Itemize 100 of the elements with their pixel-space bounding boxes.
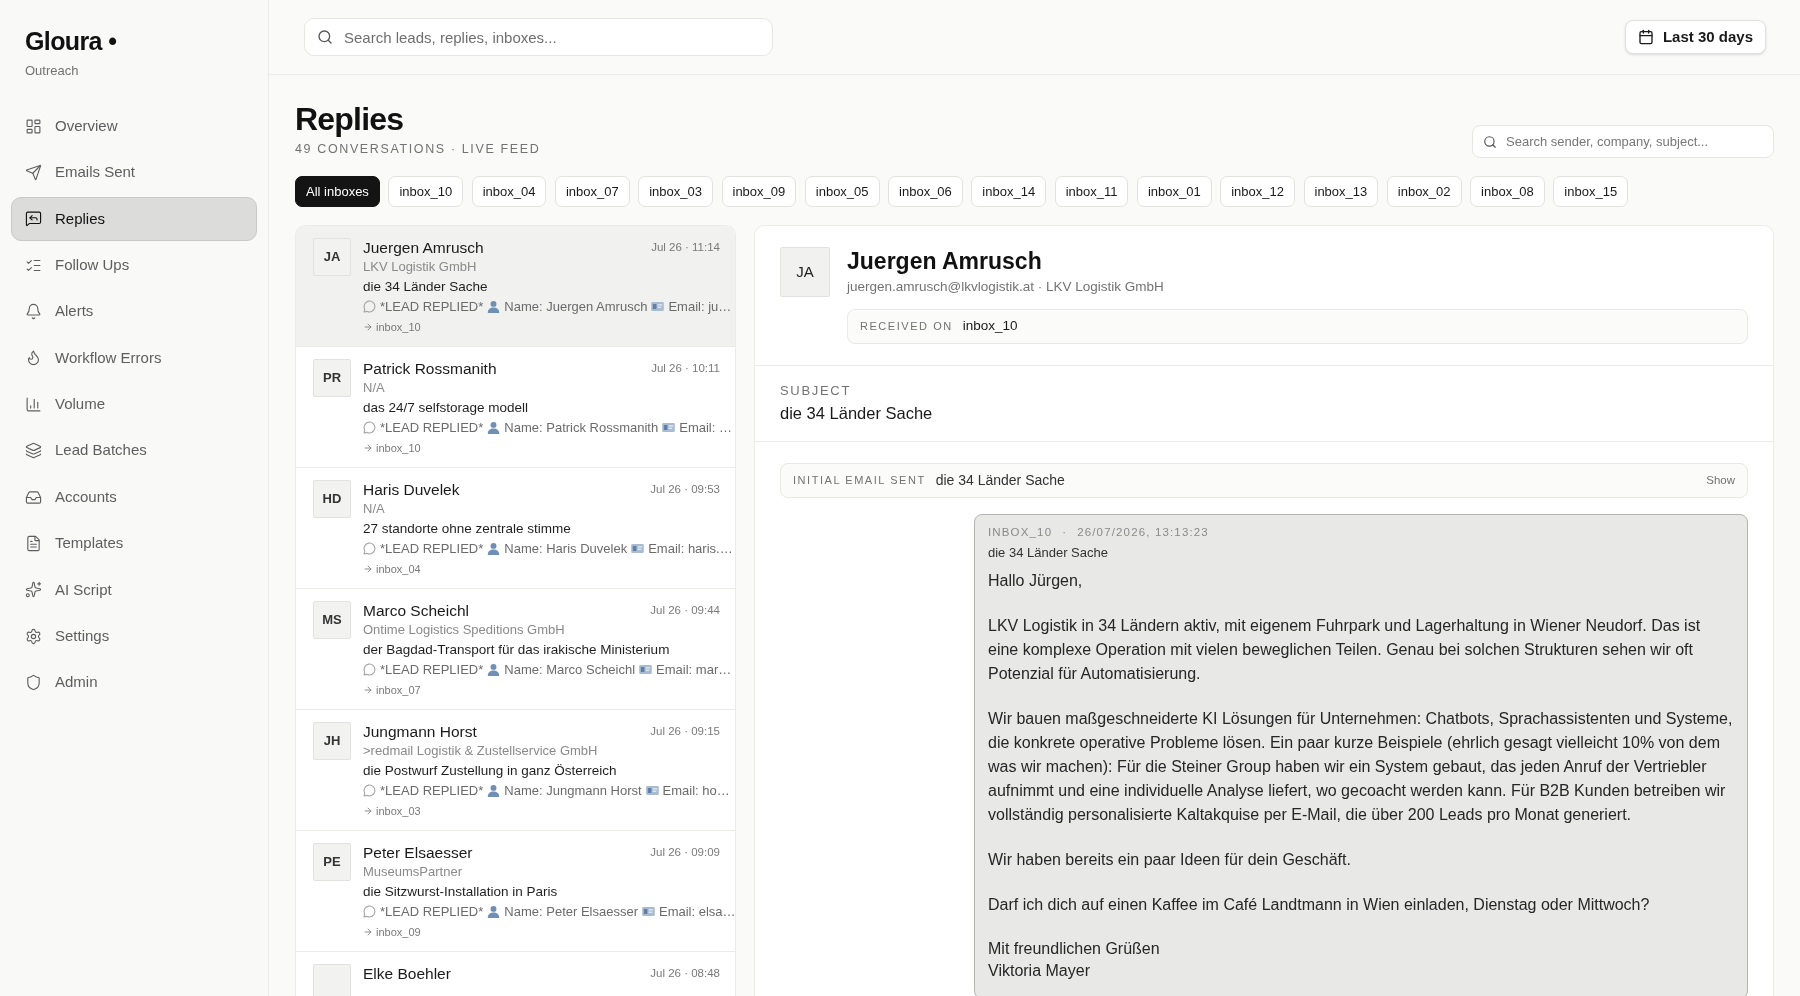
conversation-item[interactable]: JA Juergen Amrusch Jul 26 · 11:14 LKV Logistik GmbH die 34 Länder Sache *LEAD REPLIED* Name: Juergen Amrusch Email: ju… inbox_10: [296, 226, 735, 347]
show-button[interactable]: Show: [1706, 471, 1735, 490]
speech-bubble-icon: [363, 300, 376, 313]
nav-item[interactable]: Admin: [11, 660, 257, 705]
message-paragraph: Darf ich dich auf einen Kaffee im Café Landtmann in Wien einladen, Dienstag oder Mittwoch?: [988, 895, 1651, 915]
speech-bubble-icon: [363, 905, 376, 918]
subject-value: die 34 Länder Sache: [780, 403, 933, 424]
preview-email: Email: mar…: [656, 660, 732, 679]
subject-line: die Sitzwurst-Installation in Paris: [363, 883, 558, 901]
company-name: >redmail Logistik & Zustellservice GmbH: [363, 742, 598, 759]
inbox-label: inbox_09: [376, 925, 421, 939]
message-reply-icon: [25, 210, 42, 228]
inbox-label: inbox_03: [376, 804, 421, 818]
filter-chip[interactable]: inbox_15: [1553, 176, 1629, 207]
brand-subtitle: Outreach: [25, 62, 80, 80]
layout-grid-icon: [25, 117, 42, 135]
inbox-tray-icon: [25, 488, 42, 506]
subject-line: das 24/7 selfstorage modell: [363, 399, 529, 417]
arrow-right-icon: [363, 927, 373, 937]
filter-chip[interactable]: inbox_02: [1386, 176, 1462, 207]
subject-line: die 34 Länder Sache: [363, 278, 488, 296]
subject-line: die Postwurf Zustellung in ganz Österreich: [363, 762, 617, 780]
sender-name: Patrick Rossmanith: [363, 359, 497, 379]
nav-item[interactable]: Settings: [11, 614, 257, 659]
inbox-label: inbox_07: [376, 683, 421, 697]
nav-item[interactable]: Emails Sent: [11, 150, 257, 195]
filter-chip[interactable]: inbox_08: [1470, 176, 1545, 207]
filter-chip[interactable]: inbox_03: [638, 176, 713, 207]
speech-bubble-icon: [363, 663, 376, 676]
filter-chip[interactable]: All inboxes: [295, 176, 380, 207]
inbox-value: inbox_10: [962, 317, 1018, 336]
nav-item[interactable]: Overview: [11, 104, 257, 148]
avatar: HD: [313, 480, 351, 518]
nav-item[interactable]: Templates: [11, 521, 257, 566]
field-label: RECEIVED ON: [860, 319, 953, 335]
filter-chip[interactable]: inbox_10: [388, 176, 464, 207]
sender-name: Jungmann Horst: [363, 722, 477, 742]
received-time: Jul 26 · 09:53: [650, 482, 720, 498]
document-icon: [25, 535, 42, 552]
nav-item[interactable]: Replies: [11, 196, 257, 241]
avatar: JA: [313, 238, 351, 276]
company-name: Ontime Logistics Speditions GmbH: [363, 621, 565, 638]
avatar: PR: [313, 359, 351, 397]
subject-line: der Bagdad-Transport für das irakische Ministerium: [363, 641, 670, 659]
date-range-button[interactable]: Last 30 days: [1624, 20, 1766, 54]
search-field[interactable]: Search leads, replies, inboxes...: [304, 18, 773, 56]
speech-bubble-icon: [363, 784, 376, 797]
bell-icon: [25, 303, 42, 321]
lead-tag-text: *LEAD REPLIED*: [380, 539, 484, 558]
avatar: JA: [780, 247, 830, 297]
preview-email: Email: …: [679, 418, 732, 437]
preview-email: Email: ju…: [668, 297, 732, 316]
preview-email: Email: elsa…: [659, 902, 735, 921]
nav-item[interactable]: Alerts: [11, 289, 257, 334]
nav-item[interactable]: Follow Ups: [11, 243, 257, 288]
filter-chip[interactable]: inbox_09: [721, 176, 797, 207]
arrow-right-icon: [363, 806, 373, 816]
avatar: PE: [313, 843, 351, 881]
filter-chip[interactable]: inbox_14: [971, 176, 1047, 207]
preview-name: Name: Patrick Rossmanith: [504, 418, 659, 437]
nav-item[interactable]: Volume: [11, 382, 257, 427]
nav-item[interactable]: Accounts: [11, 475, 257, 520]
company-name: N/A: [363, 379, 385, 396]
company-name: LKV Logistik GmbH: [363, 258, 477, 275]
filter-chip[interactable]: inbox_05: [804, 176, 880, 207]
arrow-right-icon: [363, 564, 373, 574]
filter-chip[interactable]: inbox_11: [1054, 176, 1129, 207]
inbox-label: inbox_10: [376, 320, 421, 334]
received-time: Jul 26 · 08:48: [650, 966, 720, 982]
filter-chip[interactable]: inbox_04: [471, 176, 547, 207]
lead-tag-text: *LEAD REPLIED*: [380, 297, 484, 316]
lead-tag-text: *LEAD REPLIED*: [380, 781, 484, 800]
person-icon: [487, 421, 501, 434]
filter-chip[interactable]: inbox_01: [1136, 176, 1212, 207]
preview-email: Email: ho…: [662, 781, 730, 800]
nav-item[interactable]: AI Script: [11, 567, 257, 612]
initial-email-subject: die 34 Länder Sache: [935, 471, 1065, 490]
field-label: SUBJECT: [780, 382, 852, 400]
nav-item[interactable]: Workflow Errors: [11, 335, 257, 380]
avatar: MS: [313, 601, 351, 639]
person-icon: [487, 784, 501, 797]
inbox-label: inbox_04: [376, 562, 421, 576]
filter-chip[interactable]: inbox_06: [888, 176, 963, 207]
signature-line: Mit freundlichen Grüßen: [988, 939, 1160, 959]
nav-item[interactable]: Lead Batches: [11, 428, 257, 473]
filter-chip[interactable]: inbox_13: [1303, 176, 1379, 207]
message-inbox: INBOX_10: [988, 525, 1053, 540]
message-paragraph: Hallo Jürgen,: [988, 571, 1084, 591]
received-time: Jul 26 · 09:44: [650, 603, 720, 619]
filter-chip[interactable]: inbox_07: [554, 176, 630, 207]
search-field[interactable]: Search sender, company, subject...: [1472, 125, 1774, 158]
message-paragraph: Wir bauen maßgeschneiderte KI Lösungen für Unternehmen: Chatbots, Sprachassistenten und Systeme, die konkrete operative Probleme lösen. Ein paar kurze Beispiele (ehrlich gesagt vielleicht 10% von dem was wir machen): Für die Steiner Group haben wir ein System gebaut, das jeden Anruf der Vertriebler aufnimmt und eine individuelle Analyse liefert, wo gecoacht werden kann. Für B2B Kunden betreiben wir vollständig personalisierte Kaltakquise per E-Mail, die über 200 Leads pro Monat generiert.: [988, 709, 1734, 825]
contact-name: Juergen Amrusch: [847, 247, 1042, 275]
preview-name: Name: Haris Duvelek: [504, 539, 628, 558]
speech-bubble-icon: [363, 421, 376, 434]
sender-name: Juergen Amrusch: [363, 238, 484, 258]
preview-name: Name: Peter Elsaesser: [504, 902, 638, 921]
settings-icon: [25, 627, 42, 645]
filter-chip[interactable]: inbox_12: [1220, 176, 1295, 207]
shield-icon: [25, 674, 42, 692]
